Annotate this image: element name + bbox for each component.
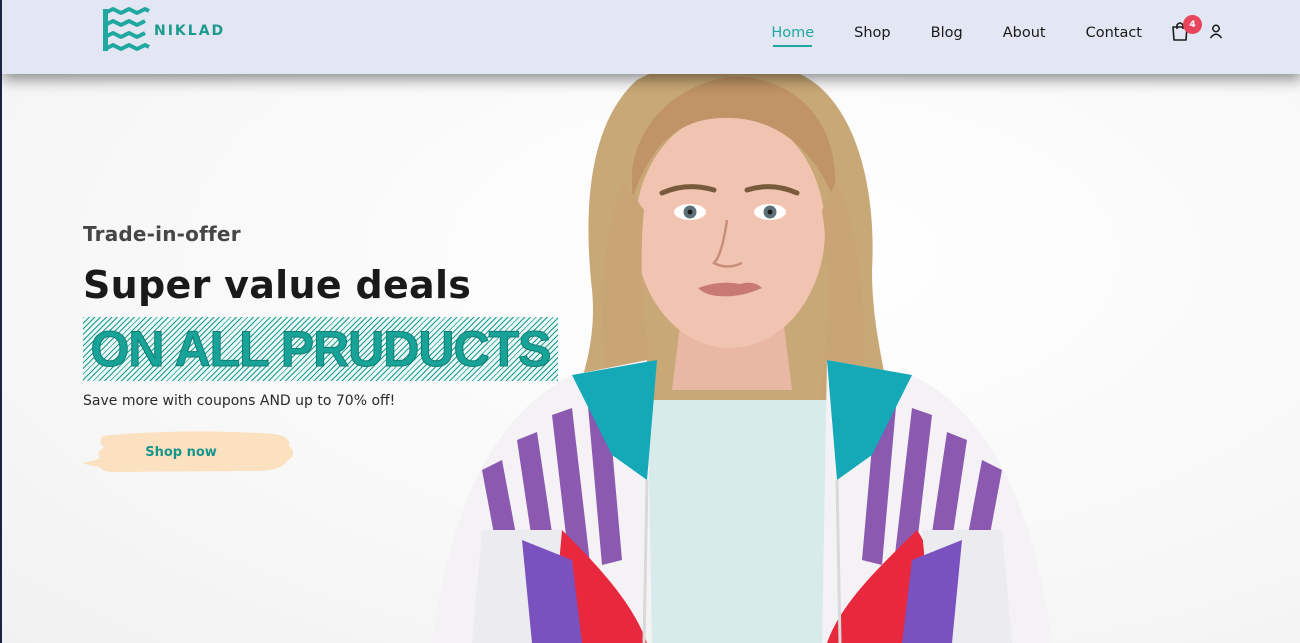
shop-now-button[interactable]: Shop now: [83, 430, 295, 474]
nav-item-about[interactable]: About: [1003, 25, 1046, 41]
nav-item-shop[interactable]: Shop: [854, 25, 890, 41]
hero-headline: Super value deals: [83, 263, 472, 307]
cart-count-badge: 4: [1183, 15, 1202, 34]
hero-highlight-text: ON ALL PRUDUCTS: [90, 321, 552, 378]
nav-item-contact[interactable]: Contact: [1086, 25, 1142, 41]
brand-logo[interactable]: NIKLAD: [102, 6, 225, 56]
page: NIKLAD Home Shop Blog About Contact 4 Tr…: [0, 0, 1300, 643]
nav-item-blog[interactable]: Blog: [931, 25, 963, 41]
site-header: NIKLAD Home Shop Blog About Contact 4: [2, 0, 1300, 74]
main-nav: Home Shop Blog About Contact: [771, 0, 1142, 66]
brand-name: NIKLAD: [154, 23, 226, 39]
hero-subtext: Save more with coupons AND up to 70% off…: [83, 393, 396, 409]
hero-tag: Trade-in-offer: [83, 222, 241, 246]
niklad-logo-icon: [103, 7, 150, 51]
user-icon[interactable]: [1209, 24, 1223, 39]
shop-now-label: Shop now: [145, 444, 217, 460]
nav-item-home[interactable]: Home: [771, 25, 814, 47]
hero-highlight: ON ALL PRUDUCTS: [83, 317, 558, 381]
